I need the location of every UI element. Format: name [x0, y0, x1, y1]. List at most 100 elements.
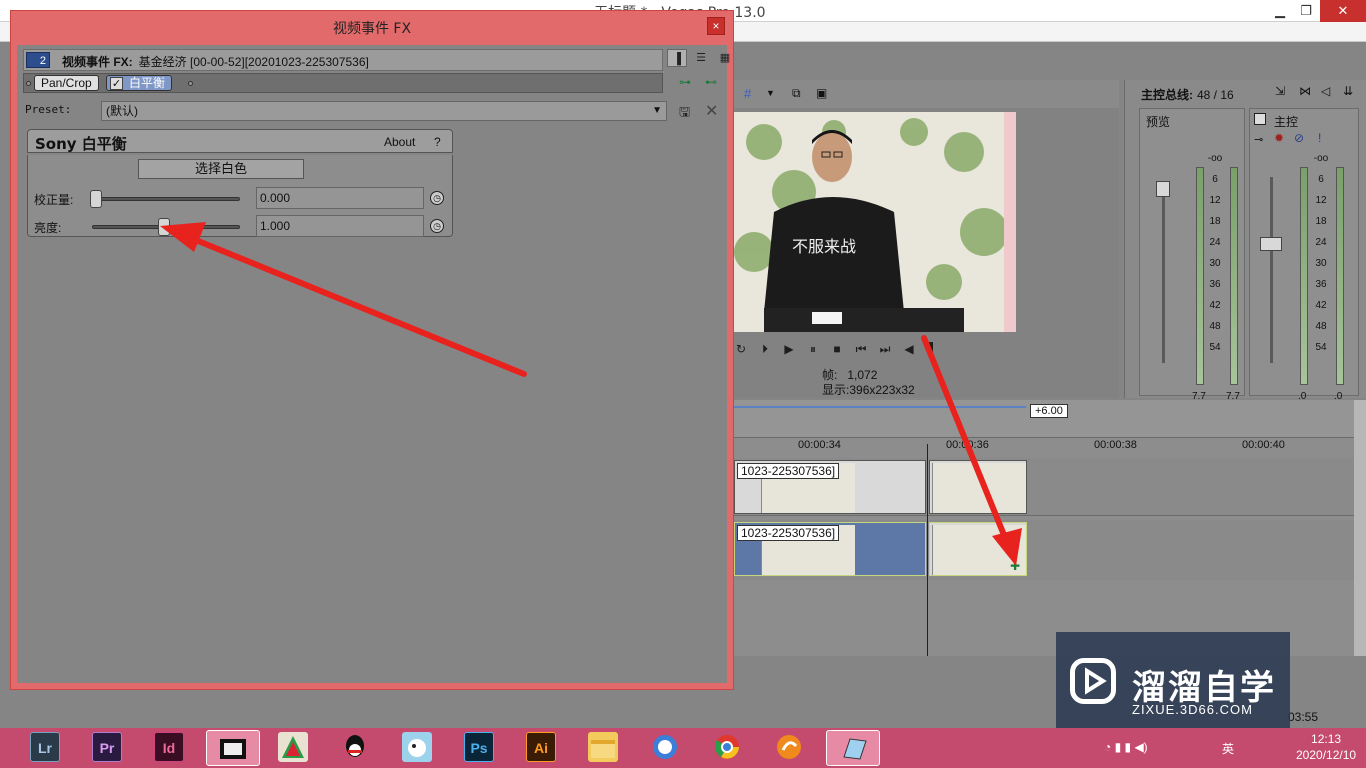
- db-scale-tick: 12: [1209, 195, 1221, 206]
- fx-titlebar[interactable]: 视频事件 FX ×: [11, 11, 733, 43]
- video-preview: 不服来战: [734, 112, 1016, 332]
- correction-slider-knob[interactable]: [90, 190, 102, 208]
- chrome-icon[interactable]: [712, 732, 742, 762]
- previous-frame-icon[interactable]: ◀: [902, 342, 916, 356]
- ime-indicator[interactable]: 英: [1222, 740, 1234, 757]
- mixer-insert-icon[interactable]: ⇲: [1275, 84, 1285, 98]
- db-scale-tick: 18: [1315, 216, 1327, 227]
- video-clip[interactable]: 1023-225307536]: [734, 460, 926, 514]
- chain-start-dot: [26, 81, 31, 86]
- plugin-chain: Pan/Crop ✓ 白平衡: [23, 73, 663, 93]
- master-fader-knob[interactable]: [1260, 237, 1282, 251]
- help-button[interactable]: ?: [434, 135, 441, 149]
- fx-close-button[interactable]: ×: [707, 17, 725, 35]
- view-list-icon[interactable]: ☰: [691, 49, 711, 67]
- preset-value: (默认): [106, 104, 138, 118]
- premiere-icon[interactable]: Pr: [92, 732, 122, 762]
- lightroom-icon[interactable]: Lr: [30, 732, 60, 762]
- view-grid-icon[interactable]: ▦: [715, 49, 735, 67]
- brightness-value[interactable]: 1.000: [256, 215, 424, 237]
- go-to-start-icon[interactable]: ⏮: [854, 342, 868, 356]
- chevron-down-icon[interactable]: ▼: [766, 88, 775, 98]
- chevron-down-icon[interactable]: ▼: [652, 102, 662, 120]
- master-fx-chain-icon[interactable]: ⊸: [1254, 133, 1263, 146]
- preview-meter-left: [1196, 167, 1204, 385]
- mixer-dim-icon[interactable]: ⇊: [1343, 84, 1353, 98]
- copy-snapshot-icon[interactable]: ⧉: [792, 86, 801, 101]
- db-scale-tick: 24: [1315, 237, 1327, 248]
- grid-icon[interactable]: #: [744, 86, 751, 101]
- brightness-slider-knob[interactable]: [158, 218, 170, 236]
- master-fx-button[interactable]: [1254, 113, 1266, 125]
- play-icon[interactable]: ▶: [782, 342, 796, 356]
- preset-dropdown[interactable]: (默认) ▼: [101, 101, 667, 121]
- loop-icon[interactable]: ↻: [734, 342, 748, 356]
- browser-icon[interactable]: [650, 732, 680, 762]
- save-snapshot-icon[interactable]: ▣: [816, 86, 827, 100]
- illustrator-icon[interactable]: Ai: [526, 732, 556, 762]
- chain-badge: 2: [26, 52, 50, 68]
- clip-label: 1023-225307536]: [737, 525, 840, 541]
- master-bypass-icon[interactable]: ⊘: [1294, 131, 1304, 145]
- mixer-downmix-icon[interactable]: ⋈: [1299, 84, 1311, 98]
- plugin-tab-pan-crop[interactable]: Pan/Crop: [34, 75, 99, 91]
- orange-app-icon[interactable]: [774, 732, 804, 762]
- pick-white-button[interactable]: 选择白色: [138, 159, 304, 179]
- time-readout: 03:55: [1288, 710, 1319, 724]
- next-frame-icon[interactable]: ▌: [926, 342, 940, 356]
- preset-row: Preset: (默认) ▼ 🖫 ✕: [23, 99, 723, 123]
- plugin-chain-icon[interactable]: ⊶: [679, 75, 691, 89]
- animate-clock-icon[interactable]: ◷: [430, 191, 444, 205]
- db-scale-tick: 42: [1209, 300, 1221, 311]
- plugin-enable-checkbox[interactable]: ✓: [110, 77, 123, 90]
- green-app-icon[interactable]: [278, 732, 308, 762]
- ruler-tick: 00:00:36: [946, 439, 989, 451]
- animate-clock-icon[interactable]: ◷: [430, 219, 444, 233]
- master-fader-track[interactable]: [1270, 177, 1273, 363]
- maximize-button[interactable]: ❐: [1292, 0, 1320, 22]
- pause-icon[interactable]: ⏸: [806, 342, 820, 356]
- master-strip-label: 主控: [1274, 115, 1299, 129]
- go-to-end-icon[interactable]: ⏭: [878, 342, 892, 356]
- indesign-icon[interactable]: Id: [154, 732, 184, 762]
- mixer-mute-icon[interactable]: ◁: [1321, 84, 1330, 98]
- master-settings-icon[interactable]: ✹: [1274, 131, 1284, 145]
- tray-icons[interactable]: ◔ ▮ ▮ ◀): [1104, 740, 1148, 754]
- vegas-icon[interactable]: [206, 730, 260, 766]
- timeline-scrollbar[interactable]: [1354, 400, 1366, 656]
- minimize-button[interactable]: ▁: [1266, 0, 1294, 22]
- stop-icon[interactable]: ■: [830, 342, 844, 356]
- correction-slider-track[interactable]: [92, 197, 240, 201]
- cloud-app-icon[interactable]: [402, 732, 432, 762]
- svg-text:不服来战: 不服来战: [792, 237, 856, 256]
- video-clip[interactable]: [929, 460, 1027, 514]
- preview-toolbar: # ▼ ⧉ ▣: [734, 80, 1119, 108]
- correction-value[interactable]: 0.000: [256, 187, 424, 209]
- wb-content: 选择白色 校正量: 0.000 ◷ 亮度: 1.000 ◷: [27, 155, 453, 237]
- video-clip-selected[interactable]: 1023-225307536]: [734, 522, 926, 576]
- taskbar-clock[interactable]: 12:13 2020/12/10: [1296, 731, 1356, 763]
- delete-preset-icon[interactable]: ✕: [705, 101, 718, 121]
- preview-fader-track[interactable]: [1162, 183, 1165, 363]
- video-clip-selected[interactable]: ✚: [929, 522, 1027, 576]
- plugin-tab-white-balance[interactable]: ✓ 白平衡: [106, 75, 173, 91]
- file-explorer-icon[interactable]: [588, 732, 618, 762]
- notes-app-icon[interactable]: [826, 730, 880, 766]
- play-from-start-icon[interactable]: ⏵: [758, 342, 772, 356]
- qq-icon[interactable]: [340, 732, 370, 762]
- mixer-count: 48 / 16: [1197, 88, 1234, 102]
- app-close-button[interactable]: ✕: [1320, 0, 1366, 22]
- master-solo-icon[interactable]: !: [1318, 131, 1321, 145]
- photoshop-icon[interactable]: Ps: [464, 732, 494, 762]
- frame-value: 1,072: [847, 368, 878, 382]
- event-fx-icon[interactable]: ✚: [1010, 559, 1020, 573]
- chain-end-dot: [188, 81, 193, 86]
- view-single-icon[interactable]: ▐: [667, 49, 687, 67]
- clip-thumbnail: [932, 463, 1026, 513]
- remove-plugin-icon[interactable]: ⊷: [705, 75, 717, 89]
- playhead-cursor[interactable]: [927, 444, 928, 656]
- pan-envelope[interactable]: [734, 406, 1026, 408]
- save-preset-icon[interactable]: 🖫: [679, 103, 690, 125]
- about-button[interactable]: About: [384, 135, 415, 149]
- preview-fader-knob[interactable]: [1156, 181, 1170, 197]
